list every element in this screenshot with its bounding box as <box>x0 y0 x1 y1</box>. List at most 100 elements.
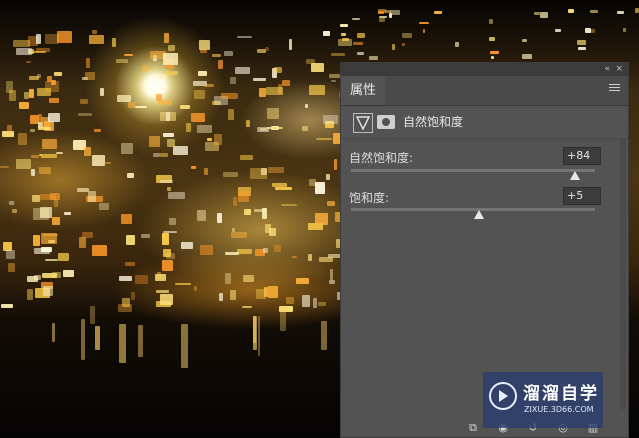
city-light <box>38 153 43 157</box>
city-light <box>521 54 532 59</box>
city-light <box>341 33 346 37</box>
city-light <box>236 35 253 39</box>
city-light <box>207 137 212 141</box>
city-light <box>115 59 129 64</box>
city-light <box>329 280 336 284</box>
city-light <box>578 46 587 50</box>
city-light <box>534 12 540 16</box>
water-reflection <box>119 323 126 364</box>
vibrance-slider-thumb[interactable] <box>570 171 581 180</box>
saturation-slider-thumb[interactable] <box>474 210 485 219</box>
city-light <box>264 287 269 298</box>
saturation-value-field[interactable]: +5 <box>563 187 601 205</box>
city-light <box>24 92 30 100</box>
city-light <box>280 203 297 206</box>
city-light <box>56 151 63 155</box>
city-light <box>522 38 528 43</box>
city-light <box>326 200 335 206</box>
city-light <box>246 119 250 127</box>
city-light <box>240 155 254 161</box>
city-light <box>168 191 185 199</box>
city-light <box>231 232 247 238</box>
city-light <box>489 19 494 24</box>
city-light <box>149 135 160 147</box>
panel-scrollbar[interactable] <box>620 139 626 409</box>
city-light <box>27 289 34 301</box>
city-light <box>47 113 60 123</box>
city-light <box>41 246 53 253</box>
city-light <box>166 138 175 147</box>
city-light <box>199 40 210 51</box>
city-light <box>8 89 16 102</box>
city-light <box>224 273 231 284</box>
city-light <box>81 232 94 239</box>
city-light <box>378 10 384 14</box>
city-light <box>159 153 168 157</box>
city-light <box>91 244 107 257</box>
panel-tab-bar: 属性 <box>341 76 628 106</box>
water-reflection <box>253 316 257 350</box>
city-light <box>319 256 334 262</box>
city-light <box>390 9 400 15</box>
city-light <box>63 269 74 277</box>
city-light <box>120 214 132 224</box>
water-reflection <box>137 324 144 358</box>
city-light <box>419 21 430 25</box>
city-light <box>173 145 188 156</box>
city-light <box>304 104 309 108</box>
water-reflection <box>95 326 100 351</box>
city-light <box>193 285 198 291</box>
city-light <box>489 51 499 55</box>
city-light <box>121 143 134 154</box>
city-light <box>156 272 162 280</box>
city-light <box>401 43 406 46</box>
close-panel-icon[interactable]: × <box>615 63 623 76</box>
saturation-slider-track[interactable] <box>351 208 595 211</box>
city-light <box>42 273 58 279</box>
watermark-play-logo-icon <box>489 382 517 410</box>
city-light <box>312 298 317 308</box>
city-light <box>162 259 174 271</box>
collapse-panel-icon[interactable]: « <box>604 63 610 76</box>
city-light <box>179 104 190 110</box>
city-light <box>193 90 205 99</box>
city-light <box>89 35 104 45</box>
city-light <box>391 43 395 50</box>
city-light <box>266 87 283 96</box>
city-light <box>12 39 30 48</box>
city-light <box>555 28 561 32</box>
city-light <box>223 172 239 178</box>
panel-menu-icon[interactable] <box>609 84 620 95</box>
city-light <box>127 101 136 108</box>
city-light <box>489 36 496 41</box>
city-light <box>308 85 325 95</box>
city-light <box>577 39 586 46</box>
city-light <box>16 159 31 170</box>
city-light <box>357 52 365 55</box>
vibrance-slider-track[interactable] <box>351 169 595 172</box>
city-light <box>402 33 413 38</box>
city-light <box>351 17 361 20</box>
city-light <box>225 251 240 256</box>
city-light <box>123 53 133 56</box>
clip-to-layer-icon[interactable]: ⧉ <box>467 422 479 434</box>
vibrance-value-field[interactable]: +84 <box>563 147 601 165</box>
city-light <box>282 79 291 87</box>
city-light <box>220 92 238 100</box>
city-light <box>124 262 135 266</box>
city-light <box>253 78 267 81</box>
city-light <box>134 274 148 284</box>
city-light <box>32 195 40 203</box>
city-light <box>268 166 284 174</box>
water-reflection <box>51 322 55 343</box>
city-light <box>330 53 346 56</box>
city-light <box>379 18 385 23</box>
city-light <box>36 74 42 79</box>
tab-properties[interactable]: 属性 <box>341 76 386 105</box>
city-light <box>275 186 292 190</box>
watermark-title: 溜溜自学 <box>523 384 599 404</box>
city-light <box>302 126 309 131</box>
city-light <box>273 66 282 74</box>
layer-mask-icon[interactable] <box>377 115 395 129</box>
city-light <box>77 188 89 192</box>
